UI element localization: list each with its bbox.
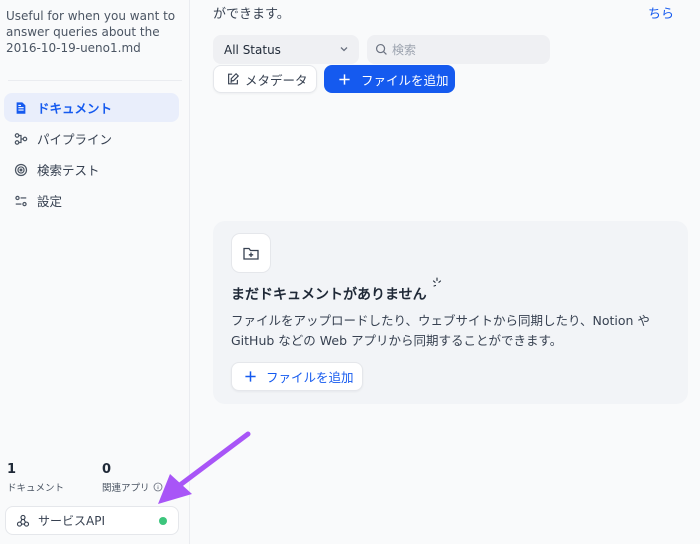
sidebar-item-pipeline[interactable]: パイプライン — [4, 124, 179, 153]
sidebar-item-retrieval-test[interactable]: 検索テスト — [4, 155, 179, 184]
service-api-status-dot — [159, 517, 167, 525]
metadata-button[interactable]: メタデータ — [213, 65, 317, 93]
empty-state-add-file-label: ファイルを追加 — [266, 370, 354, 385]
status-filter-select[interactable]: All Status — [213, 35, 359, 64]
chevron-down-icon — [339, 44, 349, 54]
empty-state-title: まだドキュメントがありません — [231, 287, 427, 303]
sidebar-item-documents[interactable]: ドキュメント — [4, 93, 179, 122]
sparkle-icon — [432, 277, 442, 287]
empty-state-card: まだドキュメントがありません ファイルをアップロードしたり、ウェブサイトから同期… — [213, 221, 688, 404]
metadata-edit-icon — [226, 72, 240, 86]
api-nodes-icon — [16, 514, 30, 528]
sidebar-item-label: ドキュメント — [37, 101, 113, 116]
sidebar-divider — [8, 80, 182, 81]
search-box[interactable] — [367, 35, 550, 64]
empty-state-description: ファイルをアップロードしたり、ウェブサイトから同期したり、Notion や Gi… — [231, 313, 650, 348]
metadata-button-label: メタデータ — [245, 72, 308, 88]
empty-state-add-file-button[interactable]: ファイルを追加 — [231, 362, 363, 391]
documents-count: 1 — [7, 462, 17, 477]
documents-stat: 1 ドキュメント — [7, 462, 64, 494]
add-file-button[interactable]: ファイルを追加 — [324, 65, 455, 93]
pipeline-icon — [14, 132, 28, 146]
status-filter-value: All Status — [224, 42, 281, 57]
document-icon — [14, 101, 28, 115]
settings-sliders-icon — [14, 194, 28, 208]
add-file-button-label: ファイルを追加 — [361, 72, 449, 88]
sidebar-item-label: 検索テスト — [37, 163, 100, 178]
service-api-button[interactable]: サービスAPI — [5, 506, 179, 535]
documents-stat-label: ドキュメント — [7, 483, 65, 494]
target-icon — [14, 163, 28, 177]
knowledge-description: Useful for when you want to answer queri… — [6, 9, 176, 55]
sidebar-item-settings[interactable]: 設定 — [4, 186, 179, 215]
plus-icon — [338, 73, 351, 86]
annotation-arrow — [158, 431, 251, 504]
sidebar-item-label: 設定 — [37, 194, 63, 209]
search-icon — [375, 43, 388, 56]
description-text-tail: ができます。 — [213, 7, 290, 22]
sidebar-item-label: パイプライン — [37, 132, 113, 147]
learn-more-link[interactable]: ちら — [648, 3, 674, 22]
plus-icon — [244, 370, 257, 383]
search-input[interactable] — [392, 42, 542, 57]
related-apps-stat-label: 関連アプリ — [102, 483, 150, 494]
folder-plus-icon — [231, 233, 271, 273]
service-api-label: サービスAPI — [38, 514, 105, 528]
